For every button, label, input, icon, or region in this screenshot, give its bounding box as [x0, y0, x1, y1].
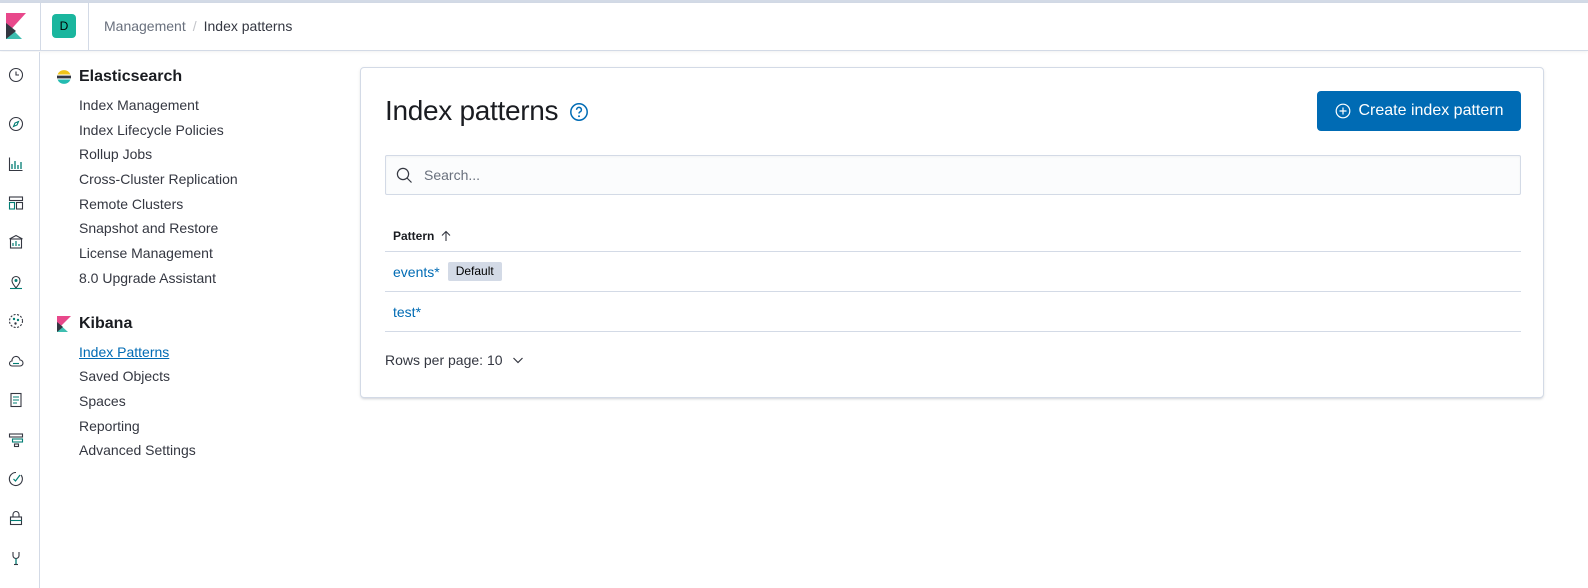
security-icon[interactable]: [7, 509, 25, 527]
column-header-pattern[interactable]: Pattern: [385, 220, 1521, 252]
dashboard-icon[interactable]: [7, 194, 25, 212]
side-nav: [0, 52, 40, 588]
menu-item-upgrade-assistant[interactable]: 8.0 Upgrade Assistant: [79, 268, 336, 293]
logs-icon[interactable]: [7, 391, 25, 409]
section-title-text: Elasticsearch: [79, 68, 183, 85]
menu-item-spaces[interactable]: Spaces: [79, 391, 336, 416]
header-bar: D Management / Index patterns: [0, 3, 1588, 51]
menu-item-saved-objects[interactable]: Saved Objects: [79, 366, 336, 391]
recently-viewed-icon[interactable]: [7, 66, 25, 84]
default-badge: Default: [447, 262, 502, 281]
maps-icon[interactable]: [7, 273, 25, 291]
breadcrumb-management[interactable]: Management: [104, 18, 186, 34]
column-header-label: Pattern: [393, 228, 435, 243]
header-divider: [88, 3, 89, 51]
elasticsearch-section-title: Elasticsearch: [56, 66, 336, 88]
kibana-menu-list: Index Patterns Saved Objects Spaces Repo…: [79, 342, 336, 465]
visualize-icon[interactable]: [7, 155, 25, 173]
search-input[interactable]: [424, 156, 1514, 194]
search-icon: [396, 167, 412, 183]
menu-item-advanced-settings[interactable]: Advanced Settings: [79, 440, 336, 465]
page-title: Index patterns: [385, 95, 559, 126]
kibana-logo-icon[interactable]: [4, 13, 28, 39]
breadcrumb-current: Index patterns: [203, 18, 293, 34]
dev-tools-icon[interactable]: [7, 549, 25, 567]
section-title-text: Kibana: [79, 314, 133, 332]
kibana-logo-icon: [57, 315, 71, 332]
menu-item-index-management[interactable]: Index Management: [79, 95, 336, 120]
menu-item-reporting[interactable]: Reporting: [79, 416, 336, 441]
ml-icon[interactable]: [7, 312, 25, 330]
header-divider: [40, 3, 41, 51]
apm-icon[interactable]: [7, 431, 25, 449]
sort-ascending-icon: [441, 230, 451, 241]
menu-item-index-lifecycle-policies[interactable]: Index Lifecycle Policies: [79, 120, 336, 145]
infrastructure-icon[interactable]: [7, 352, 25, 370]
kibana-section-title: Kibana: [56, 313, 336, 335]
create-index-pattern-button[interactable]: Create index pattern: [1317, 91, 1521, 131]
breadcrumb-separator: /: [192, 18, 197, 34]
search-box: [385, 155, 1521, 195]
space-avatar[interactable]: D: [52, 14, 76, 38]
help-icon[interactable]: [569, 102, 589, 122]
menu-item-index-patterns[interactable]: Index Patterns: [79, 342, 336, 367]
elasticsearch-logo-icon: [57, 70, 71, 84]
menu-item-remote-clusters[interactable]: Remote Clusters: [79, 194, 336, 219]
menu-item-license-management[interactable]: License Management: [79, 243, 336, 268]
pattern-link[interactable]: test*: [393, 304, 421, 320]
elasticsearch-menu-list: Index Management Index Lifecycle Policie…: [79, 95, 336, 293]
chevron-down-icon: [512, 357, 523, 364]
menu-item-cross-cluster-replication[interactable]: Cross-Cluster Replication: [79, 169, 336, 194]
breadcrumb: Management / Index patterns: [104, 18, 292, 34]
menu-item-snapshot-and-restore[interactable]: Snapshot and Restore: [79, 218, 336, 243]
table-row: events* Default: [385, 252, 1521, 292]
index-patterns-table: Pattern events* Default test*: [385, 220, 1521, 332]
canvas-icon[interactable]: [7, 233, 25, 251]
menu-item-rollup-jobs[interactable]: Rollup Jobs: [79, 144, 336, 169]
discover-icon[interactable]: [7, 115, 25, 133]
uptime-icon[interactable]: [7, 470, 25, 488]
rows-per-page-label: Rows per page: 10: [385, 352, 503, 368]
plus-in-circle-icon: [1335, 103, 1350, 119]
pattern-link[interactable]: events*: [393, 264, 440, 280]
create-button-label: Create index pattern: [1358, 102, 1504, 119]
management-menu: Elasticsearch Index Management Index Lif…: [56, 66, 336, 465]
table-row: test*: [385, 292, 1521, 332]
rows-per-page-control[interactable]: Rows per page: 10: [385, 352, 524, 368]
index-patterns-panel: Index patterns Create index pattern Patt…: [360, 67, 1544, 398]
